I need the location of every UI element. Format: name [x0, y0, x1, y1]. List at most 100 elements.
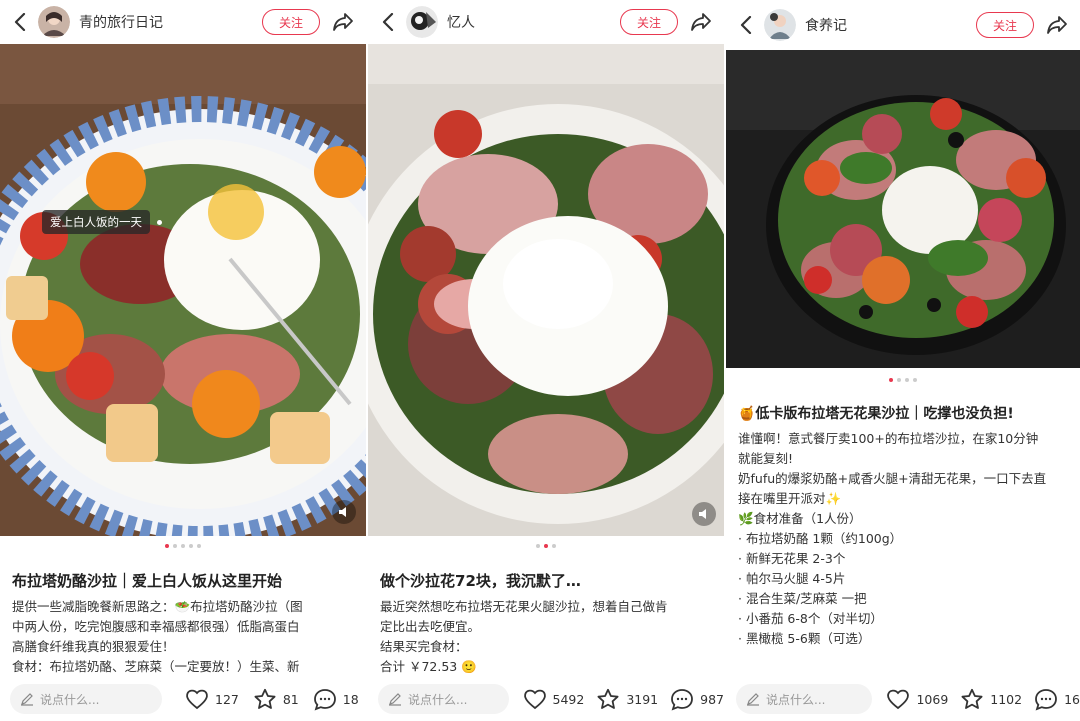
collect-button[interactable]: 3191 — [596, 688, 658, 711]
bottom-action-bar: 说点什么... 127 81 18 — [0, 677, 366, 721]
post-body-line: 食材：布拉塔奶酪、芝麻菜（一定要放！）生菜、新 — [12, 659, 300, 674]
comment-bubble-icon — [313, 688, 336, 710]
heart-icon — [523, 689, 546, 710]
post-body-line: · 黑橄榄 5-6颗（可选） — [738, 631, 871, 646]
post-body-line: · 帕尔马火腿 4-5片 — [738, 571, 846, 586]
share-icon[interactable] — [686, 7, 716, 37]
post-body-line: 接在嘴里开派对✨ — [738, 491, 842, 506]
page-dot — [897, 378, 901, 382]
mute-icon[interactable] — [692, 502, 716, 526]
avatar[interactable] — [38, 6, 70, 38]
like-button[interactable]: 127 — [185, 688, 239, 710]
author-name[interactable]: 忆人 — [447, 12, 620, 32]
page-dot — [905, 378, 909, 382]
image-page-indicator — [368, 544, 724, 548]
comment-input[interactable]: 说点什么... — [736, 684, 873, 714]
avatar[interactable] — [406, 6, 438, 38]
author-name[interactable]: 青的旅行日记 — [79, 12, 262, 32]
heart-icon — [887, 689, 910, 710]
back-icon[interactable] — [6, 8, 34, 36]
avatar[interactable] — [764, 9, 796, 41]
tooltip-text: 爱上白人饭的一天 — [50, 215, 142, 229]
page-dot — [165, 544, 169, 548]
comment-placeholder: 说点什么... — [408, 692, 468, 707]
comment-placeholder: 说点什么... — [766, 692, 826, 707]
post-body-line: 就能复刻! — [738, 451, 794, 466]
comment-button[interactable]: 16 — [1034, 688, 1080, 711]
comment-bubble-icon — [671, 688, 694, 710]
post-panel-3: 食养记 关注 🍯低卡版布拉塔无花果沙拉｜吃撑也没负担! 谁懂啊！意式餐厅卖100… — [726, 0, 1080, 721]
collect-button[interactable]: 1102 — [960, 688, 1022, 711]
author-name[interactable]: 食养记 — [805, 15, 976, 35]
post-title: 布拉塔奶酪沙拉｜爱上白人饭从这里开始 — [12, 572, 283, 590]
post-body-line: 🌿食材准备（1人份） — [738, 511, 862, 526]
comment-placeholder: 说点什么... — [40, 692, 100, 707]
bottom-action-bar: 说点什么... 1069 1102 16 — [726, 677, 1080, 721]
comment-button[interactable]: 987 — [670, 688, 724, 711]
like-count: 1069 — [916, 691, 949, 707]
post-body-line: · 布拉塔奶酪 1颗（约100g） — [738, 531, 903, 546]
comment-button[interactable]: 18 — [313, 688, 359, 711]
post-body-line: 结果买完食材： — [380, 639, 468, 654]
mute-icon[interactable] — [332, 500, 356, 524]
post-body: 提供一些减脂晚餐新思路之：🥗布拉塔奶酪沙拉（图 中两人份，吃完饱腹感和幸福感都很… — [12, 597, 358, 677]
page-dot — [197, 544, 201, 548]
image-tag-tooltip[interactable]: 爱上白人饭的一天 — [42, 210, 162, 234]
star-icon — [597, 688, 619, 709]
pencil-icon — [21, 693, 33, 706]
heart-icon — [186, 689, 208, 710]
pencil-icon — [389, 693, 401, 706]
page-dot — [189, 544, 193, 548]
post-panel-2: 忆人 关注 做个沙拉花72块，我沉默了… 最近突然想吃布拉塔无花果火腿沙拉，想着… — [368, 0, 724, 721]
post-body-line: 提供一些减脂晚餐新思路之：🥗布拉塔奶酪沙拉（图 — [12, 599, 303, 614]
like-button[interactable]: 1069 — [886, 688, 948, 710]
post-body-line: · 小番茄 6-8个（对半切） — [738, 611, 883, 626]
post-body: 最近突然想吃布拉塔无花果火腿沙拉，想着自己做肯 定比出去吃便宜。 结果买完食材：… — [380, 597, 716, 677]
image-page-indicator — [726, 378, 1080, 382]
comment-count: 987 — [700, 691, 724, 707]
post-header: 忆人 关注 — [368, 0, 724, 44]
share-icon[interactable] — [328, 7, 358, 37]
post-body-line: 高膳食纤维我真的狠狠爱住！ — [12, 639, 175, 654]
collect-button[interactable]: 81 — [253, 688, 299, 711]
post-body-line: · 新鲜无花果 2-3个 — [738, 551, 846, 566]
post-body-line: 定比出去吃便宜。 — [380, 619, 481, 634]
star-icon — [961, 688, 983, 709]
post-body-line: 谁懂啊！意式餐厅卖100+的布拉塔沙拉，在家10分钟 — [738, 431, 1039, 446]
like-count: 5492 — [552, 691, 585, 707]
post-body-line: 中两人份，吃完饱腹感和幸福感都很强）低脂高蛋白 — [12, 619, 300, 634]
page-dot — [889, 378, 893, 382]
post-header: 青的旅行日记 关注 — [0, 0, 366, 44]
comment-count: 16 — [1064, 691, 1080, 707]
share-icon[interactable] — [1042, 10, 1072, 40]
tag-dot — [157, 220, 162, 225]
page-dot — [173, 544, 177, 548]
post-panel-1: 青的旅行日记 关注 爱上白人饭的一天 布拉塔奶酪沙拉｜爱上白人饭从这里开始 提供… — [0, 0, 366, 721]
page-dot — [552, 544, 556, 548]
page-dot — [913, 378, 917, 382]
comment-input[interactable]: 说点什么... — [378, 684, 509, 714]
like-button[interactable]: 5492 — [523, 688, 585, 710]
comment-input[interactable]: 说点什么... — [10, 684, 162, 714]
post-title: 做个沙拉花72块，我沉默了… — [380, 572, 581, 590]
star-icon — [254, 688, 276, 709]
post-body-line: 最近突然想吃布拉塔无花果火腿沙拉，想着自己做肯 — [380, 599, 668, 614]
follow-button[interactable]: 关注 — [620, 9, 678, 35]
collect-count: 1102 — [990, 691, 1023, 707]
follow-button[interactable]: 关注 — [262, 9, 320, 35]
post-body-line: 合计 ￥72.53 🙂 — [380, 659, 477, 674]
post-image[interactable]: 爱上白人饭的一天 — [0, 44, 366, 536]
follow-button[interactable]: 关注 — [976, 12, 1034, 38]
like-count: 127 — [215, 691, 239, 707]
page-dot — [181, 544, 185, 548]
post-body-line: · 混合生菜/芝麻菜 一把 — [738, 591, 867, 606]
pencil-icon — [747, 693, 759, 706]
post-title: 🍯低卡版布拉塔无花果沙拉｜吃撑也没负担! — [738, 406, 1014, 422]
back-icon[interactable] — [374, 8, 402, 36]
post-image[interactable] — [368, 44, 724, 536]
collect-count: 81 — [282, 691, 299, 707]
post-body-line: 奶fufu的爆浆奶酪+咸香火腿+清甜无花果，一口下去直 — [738, 471, 1047, 486]
collect-count: 3191 — [626, 691, 659, 707]
post-image[interactable] — [726, 50, 1080, 368]
back-icon[interactable] — [732, 11, 760, 39]
